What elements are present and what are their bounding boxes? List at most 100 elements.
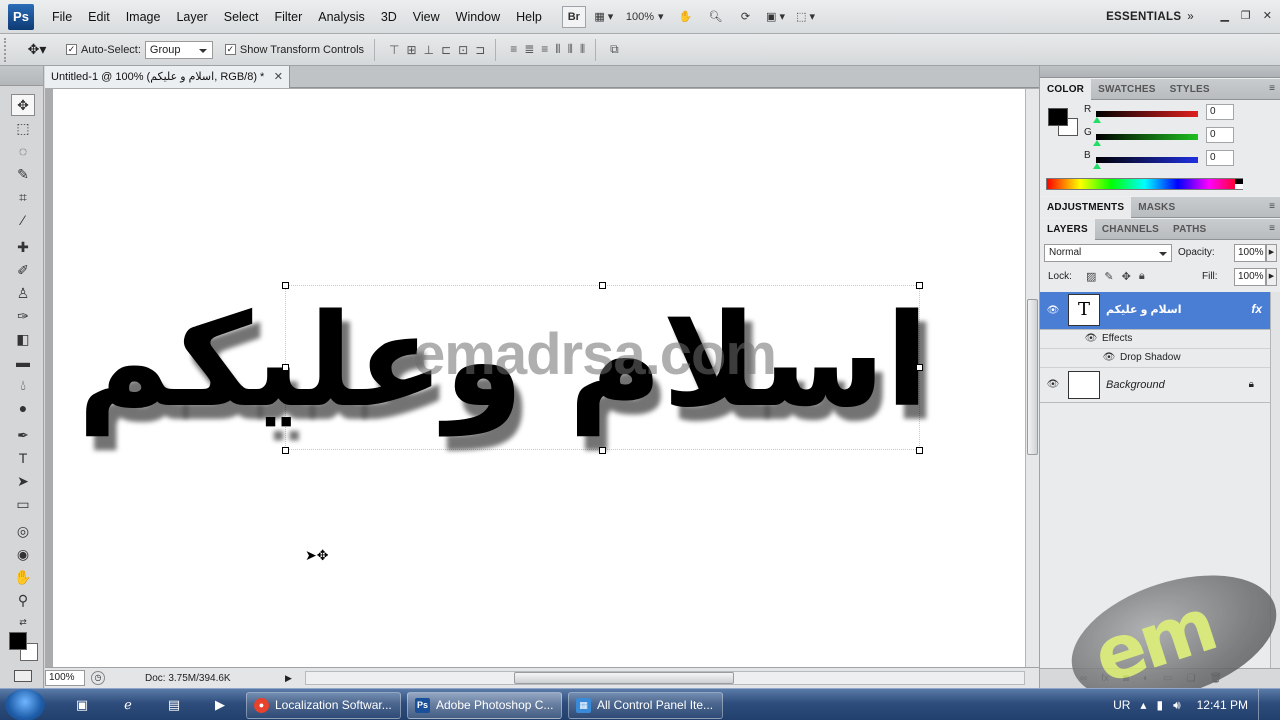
lasso-tool-icon[interactable]: ◌ [11,140,35,162]
distribute-top-icon[interactable]: ≡ [510,42,517,57]
panel-menu-icon[interactable]: ≡ [1269,223,1275,234]
hand-tool-icon[interactable]: ✋ [11,566,35,588]
document-tab[interactable]: Untitled-1 @ 100% (اسلام و علیکم, RGB/8)… [45,66,290,88]
red-slider-track[interactable] [1096,111,1198,117]
align-left-icon[interactable]: ⊏ [441,43,451,57]
transform-handle-top-left[interactable] [282,282,289,289]
transform-handle-top-right[interactable] [916,282,923,289]
menu-window[interactable]: Window [448,0,508,34]
auto-select-target-dropdown[interactable]: Group [144,40,213,59]
brush-tool-icon[interactable]: ✐ [11,259,35,281]
eraser-tool-icon[interactable]: ◧ [11,328,35,350]
crop-tool-icon[interactable]: ⌗ [11,186,35,208]
panel-menu-icon[interactable]: ≡ [1269,201,1275,212]
align-right-icon[interactable]: ⊐ [475,43,485,57]
tools-panel-header[interactable] [0,66,43,86]
blend-mode-dropdown[interactable]: Normal [1044,244,1172,262]
marquee-tool-icon[interactable]: ⬚ [11,117,35,139]
transform-handle-top-center[interactable] [599,282,606,289]
menu-file[interactable]: File [44,0,80,34]
transform-handle-bottom-center[interactable] [599,447,606,454]
media-player-icon[interactable]: ▶ [210,695,230,715]
menu-filter[interactable]: Filter [266,0,310,34]
menu-analysis[interactable]: Analysis [310,0,373,34]
show-desktop-button[interactable] [1258,689,1270,720]
lock-image-pixels-icon[interactable]: ✎ [1104,270,1113,283]
tab-masks[interactable]: MASKS [1131,197,1182,218]
align-bottom-icon[interactable]: ⊥ [424,43,434,57]
file-explorer-icon[interactable]: ▤ [164,695,184,715]
transform-handle-middle-right[interactable] [916,364,923,371]
tab-adjustments[interactable]: ADJUSTMENTS [1040,196,1132,218]
opacity-slider-arrow-icon[interactable]: ▶ [1266,244,1277,262]
eye-icon[interactable]: 👁︎ [1046,379,1060,391]
lock-all-icon[interactable]: 🔒︎ [1139,270,1145,283]
move-tool-preset-icon[interactable]: ✥▾ [20,38,54,62]
eye-icon[interactable]: 👁︎ [1046,305,1060,317]
align-top-icon[interactable]: ⊤ [389,43,399,57]
gradient-tool-icon[interactable]: ▬ [11,351,35,373]
color-panel-foreground-swatch[interactable] [1048,108,1068,126]
close-icon[interactable]: ✕ [1263,9,1272,22]
eyedropper-tool-icon[interactable]: ⁄ [11,209,35,231]
layer-row-text[interactable]: 👁︎ T اسلام و علیکم fx [1040,292,1270,330]
zoom-tool-icon[interactable]: 🔍︎ [704,6,728,28]
tab-layers[interactable]: LAYERS [1040,218,1095,240]
blue-slider-track[interactable] [1096,157,1198,163]
taskbar-button-photoshop[interactable]: Ps Adobe Photoshop C... [407,692,562,719]
show-transform-controls-checkbox[interactable]: ✓ Show Transform Controls [224,44,364,56]
status-info-icon[interactable]: ◷ [91,671,105,685]
vertical-scrollbar[interactable] [1025,89,1039,667]
distribute-vcenter-icon[interactable]: ≣ [524,42,534,57]
rotate-view-icon[interactable]: ⟳ [734,6,758,28]
3d-orbit-tool-icon[interactable]: ◉ [11,543,35,565]
red-slider-handle[interactable] [1093,117,1101,123]
path-selection-tool-icon[interactable]: ➤ [11,470,35,492]
close-tab-icon[interactable]: ✕ [274,66,283,88]
eye-icon[interactable]: 👁︎ [1084,333,1098,345]
tab-paths[interactable]: PATHS [1166,219,1213,240]
hand-tool-icon[interactable]: ✋ [674,6,698,28]
transform-handle-bottom-left[interactable] [282,447,289,454]
clock[interactable]: 12:41 PM [1197,698,1248,712]
zoom-tool-icon[interactable]: ⚲ [11,589,35,611]
menu-help[interactable]: Help [508,0,550,34]
menu-view[interactable]: View [405,0,448,34]
canvas[interactable]: اسلام وعلیکم emadrsa.com ➤✥ [53,89,1025,667]
bridge-button[interactable]: Br [561,5,586,28]
fill-slider-arrow-icon[interactable]: ▶ [1266,268,1277,286]
distribute-left-icon[interactable]: ⦀ [555,42,560,57]
swap-colors-icon[interactable]: ⇄ [11,611,35,633]
show-desktop-quicklaunch-icon[interactable]: ▣ [72,695,92,715]
zoom-field[interactable]: 100% [45,670,85,686]
arrange-documents-icon[interactable]: ▣ ▾ [764,6,788,28]
green-slider-track[interactable] [1096,134,1198,140]
internet-explorer-icon[interactable]: ℯ [118,695,138,715]
effects-row[interactable]: 👁︎ Effects [1040,330,1270,349]
shape-tool-icon[interactable]: ▭ [11,493,35,515]
quick-mask-icon[interactable] [14,670,32,682]
green-value-field[interactable]: 0 [1206,127,1234,143]
color-spectrum-bar[interactable] [1046,178,1243,190]
history-brush-tool-icon[interactable]: ✑ [11,305,35,327]
tab-styles[interactable]: STYLES [1163,79,1217,100]
dodge-tool-icon[interactable]: ● [11,397,35,419]
taskbar-button-control-panel[interactable]: ▦ All Control Panel Ite... [568,692,723,719]
options-grip[interactable] [4,37,10,62]
volume-icon[interactable]: 🔊︎ [1173,698,1181,713]
lock-transparent-pixels-icon[interactable]: ▨ [1086,270,1096,283]
restore-icon[interactable]: ❐ [1241,9,1251,22]
zoom-level-menu[interactable]: 100% ▾ [622,10,668,24]
taskbar-button-chrome[interactable]: ● Localization Softwar... [246,692,401,719]
panel-menu-icon[interactable]: ≡ [1269,83,1275,94]
blue-slider-handle[interactable] [1093,163,1101,169]
screen-mode-icon[interactable]: ⬚ ▾ [794,6,818,28]
align-vcenter-icon[interactable]: ⊞ [406,43,416,57]
layer-name[interactable]: Background [1106,379,1165,391]
opacity-field[interactable]: 100% [1234,244,1266,262]
move-tool-icon[interactable]: ✥ [11,94,35,116]
menu-3d[interactable]: 3D [373,0,405,34]
drop-shadow-row[interactable]: 👁︎ Drop Shadow [1040,349,1270,368]
transform-handle-bottom-right[interactable] [916,447,923,454]
minimize-icon[interactable]: ▁ [1220,9,1228,22]
